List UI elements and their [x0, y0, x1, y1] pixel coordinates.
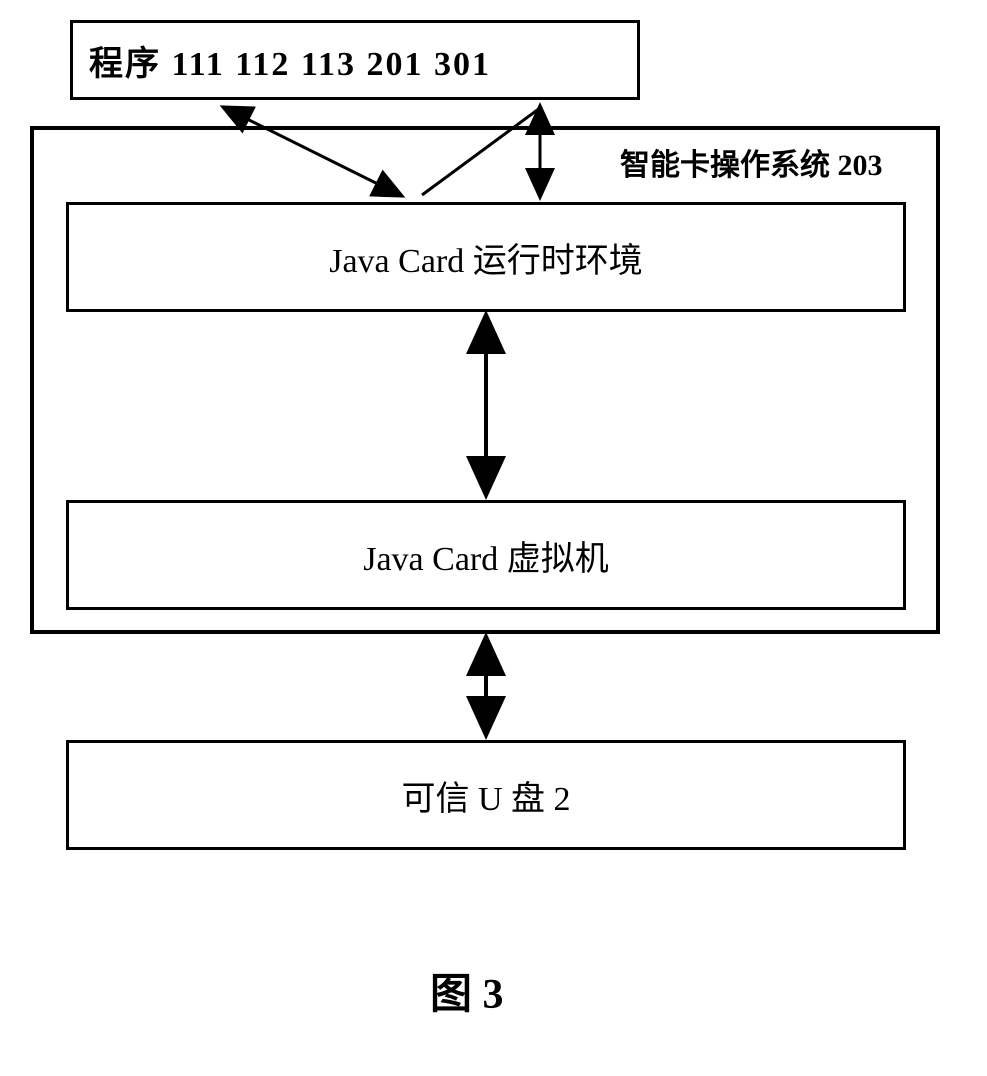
- programs-text: 程序 111 112 113 201 301: [89, 36, 491, 85]
- runtime-box: Java Card 运行时环境: [66, 202, 906, 312]
- figure-caption: 图 3: [430, 960, 504, 1021]
- runtime-text: Java Card 运行时环境: [329, 233, 643, 282]
- usb-box: 可信 U 盘 2: [66, 740, 906, 850]
- vm-text: Java Card 虚拟机: [363, 531, 609, 580]
- usb-text: 可信 U 盘 2: [401, 771, 570, 820]
- os-label: 智能卡操作系统 203: [620, 140, 883, 184]
- vm-box: Java Card 虚拟机: [66, 500, 906, 610]
- programs-box: 程序 111 112 113 201 301: [70, 20, 640, 100]
